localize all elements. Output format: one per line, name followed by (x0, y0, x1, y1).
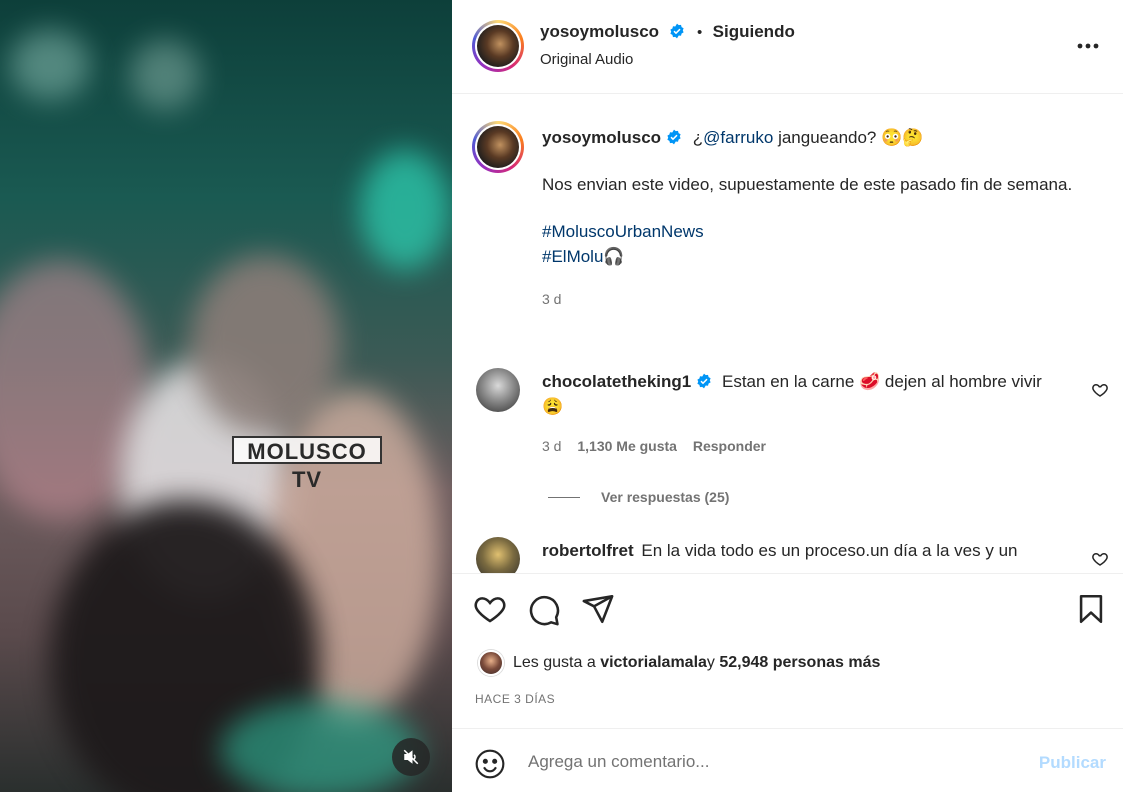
mention-link[interactable]: @farruko (703, 128, 773, 147)
scene-light-1 (10, 30, 90, 100)
hashtag-link[interactable]: #ElMolu🎧 (542, 244, 1082, 269)
following-button[interactable]: Siguiendo (713, 22, 795, 41)
more-options-icon[interactable] (1075, 34, 1101, 58)
commenter-username[interactable]: chocolatetheking1 (542, 372, 691, 391)
mute-button[interactable] (392, 738, 430, 776)
video-player[interactable]: MOLUSCO TV (0, 0, 452, 792)
liker-username[interactable]: victorialamala (600, 654, 707, 672)
likes-count[interactable]: 52,948 personas más (719, 654, 880, 672)
author-avatar[interactable] (472, 20, 524, 72)
like-comment-heart-icon[interactable] (1091, 381, 1109, 399)
comment-likes[interactable]: 1,130 Me gusta (577, 438, 677, 454)
verified-badge-icon (669, 23, 684, 39)
separator-dot: • (696, 24, 703, 41)
comment-bubble-icon[interactable] (527, 593, 561, 627)
scene-light-2 (130, 40, 200, 110)
caption-first-line: yosoymolusco ¿@farruko jangueando? 😳🤔 (542, 125, 1082, 150)
likes-middle: y (706, 654, 715, 671)
caption-text-1: jangueando? 😳🤔 (773, 128, 924, 147)
likes-prefix: Les gusta a (513, 654, 596, 671)
reply-button[interactable]: Responder (693, 438, 766, 454)
comments-section[interactable]: yosoymolusco ¿@farruko jangueando? 😳🤔 No… (452, 95, 1123, 573)
likes-summary[interactable]: Les gusta a victorialamala y 52,948 pers… (478, 650, 880, 676)
caption-avatar[interactable] (472, 121, 524, 173)
caption-username[interactable]: yosoymolusco (542, 128, 661, 147)
view-replies-button[interactable]: Ver respuestas (25) (548, 489, 729, 505)
moluscotv-watermark: MOLUSCO TV (232, 436, 382, 492)
speaker-muted-icon (403, 749, 419, 765)
save-bookmark-icon[interactable] (1074, 592, 1108, 626)
comment-text: En la vida todo es un proceso.un día a l… (641, 541, 1018, 560)
author-username[interactable]: yosoymolusco (540, 22, 659, 41)
commenter-avatar[interactable] (476, 537, 520, 573)
comment-timestamp: 3 d (542, 438, 562, 454)
caption-timestamp: 3 d (542, 291, 562, 307)
scene-floor-light (220, 700, 420, 792)
verified-badge-icon (697, 373, 711, 389)
like-heart-icon[interactable] (473, 592, 507, 626)
caption-text-2: Nos envian este video, supuestamente de … (542, 175, 1073, 194)
emoji-picker-icon[interactable] (474, 748, 506, 780)
view-replies-label: Ver respuestas (25) (601, 489, 730, 505)
commenter-username[interactable]: robertolfret (542, 541, 634, 560)
caption-prefix: ¿ (692, 128, 704, 147)
liker-avatar (478, 650, 504, 676)
comment-item: robertolfret En la vida todo es un proce… (542, 538, 1062, 563)
post-header: yosoymolusco • Siguiendo Original Audio (452, 0, 1123, 94)
publish-button[interactable]: Publicar (1039, 753, 1106, 773)
share-send-icon[interactable] (581, 592, 615, 626)
like-comment-heart-icon[interactable] (1091, 550, 1109, 568)
audio-label[interactable]: Original Audio (540, 51, 633, 68)
hashtag-link[interactable]: #MoluscoUrbanNews (542, 219, 1082, 244)
comment-composer: Publicar (452, 730, 1123, 792)
replies-divider (548, 496, 580, 498)
scene-light-3 (360, 150, 450, 270)
comment-item: chocolatetheking1 Estan en la carne 🥩 de… (542, 369, 1062, 454)
post-date: HACE 3 DÍAS (475, 692, 556, 706)
comment-input[interactable] (528, 750, 1008, 774)
verified-badge-icon (667, 129, 681, 145)
commenter-avatar[interactable] (476, 368, 520, 412)
post-panel: yosoymolusco • Siguiendo Original Audio … (452, 0, 1123, 792)
